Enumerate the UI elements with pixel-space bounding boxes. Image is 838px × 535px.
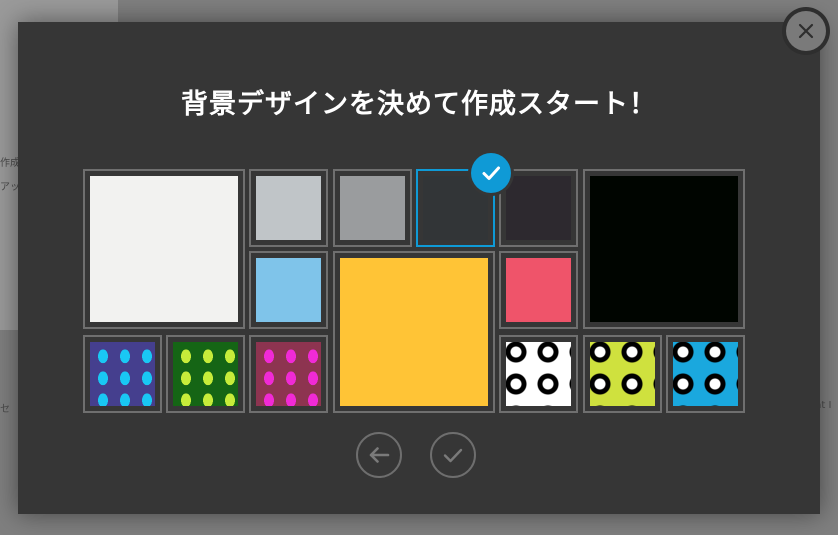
swatch-fill xyxy=(256,258,321,322)
swatch-fill xyxy=(173,342,238,406)
swatch-drops-blue-on-purple[interactable] xyxy=(83,335,162,413)
check-icon xyxy=(471,153,511,193)
background-text: アッ xyxy=(0,182,20,193)
swatch-fill xyxy=(90,176,238,322)
swatch-fill xyxy=(256,176,321,240)
swatch-fill xyxy=(506,258,571,322)
swatch-fill xyxy=(506,342,571,406)
swatch-rings-on-white[interactable] xyxy=(499,335,578,413)
swatch-fill xyxy=(506,176,571,240)
swatch-black[interactable] xyxy=(583,169,745,329)
swatch-rings-on-lime[interactable] xyxy=(583,335,662,413)
selected-check-badge xyxy=(468,150,514,196)
swatch-fill xyxy=(90,342,155,406)
back-button[interactable] xyxy=(356,432,402,478)
swatch-fill xyxy=(590,342,655,406)
background-design-dialog: 背景デザインを決めて作成スタート！ xyxy=(18,22,820,514)
swatch-rings-on-cyan[interactable] xyxy=(666,335,745,413)
arrow-left-icon xyxy=(369,447,390,463)
swatch-fill xyxy=(340,176,405,240)
close-button[interactable] xyxy=(782,7,830,55)
swatch-pink-red[interactable] xyxy=(499,251,578,329)
swatch-light-gray[interactable] xyxy=(249,169,328,247)
background-text: セ xyxy=(0,404,10,415)
swatch-fill xyxy=(340,258,488,406)
confirm-button[interactable] xyxy=(430,432,476,478)
swatch-gray[interactable] xyxy=(333,169,412,247)
swatch-sky-blue[interactable] xyxy=(249,251,328,329)
swatch-drops-magenta-on-maroon[interactable] xyxy=(249,335,328,413)
background-text: 作成 xyxy=(0,158,20,169)
swatch-drops-lime-on-green[interactable] xyxy=(166,335,245,413)
close-icon xyxy=(786,11,826,51)
swatch-fill xyxy=(673,342,738,406)
dialog-title: 背景デザインを決めて作成スタート！ xyxy=(181,89,657,120)
swatch-white[interactable] xyxy=(83,169,245,329)
swatch-yellow[interactable] xyxy=(333,251,495,413)
swatch-fill xyxy=(256,342,321,406)
check-icon xyxy=(443,448,463,463)
swatch-fill xyxy=(590,176,738,322)
